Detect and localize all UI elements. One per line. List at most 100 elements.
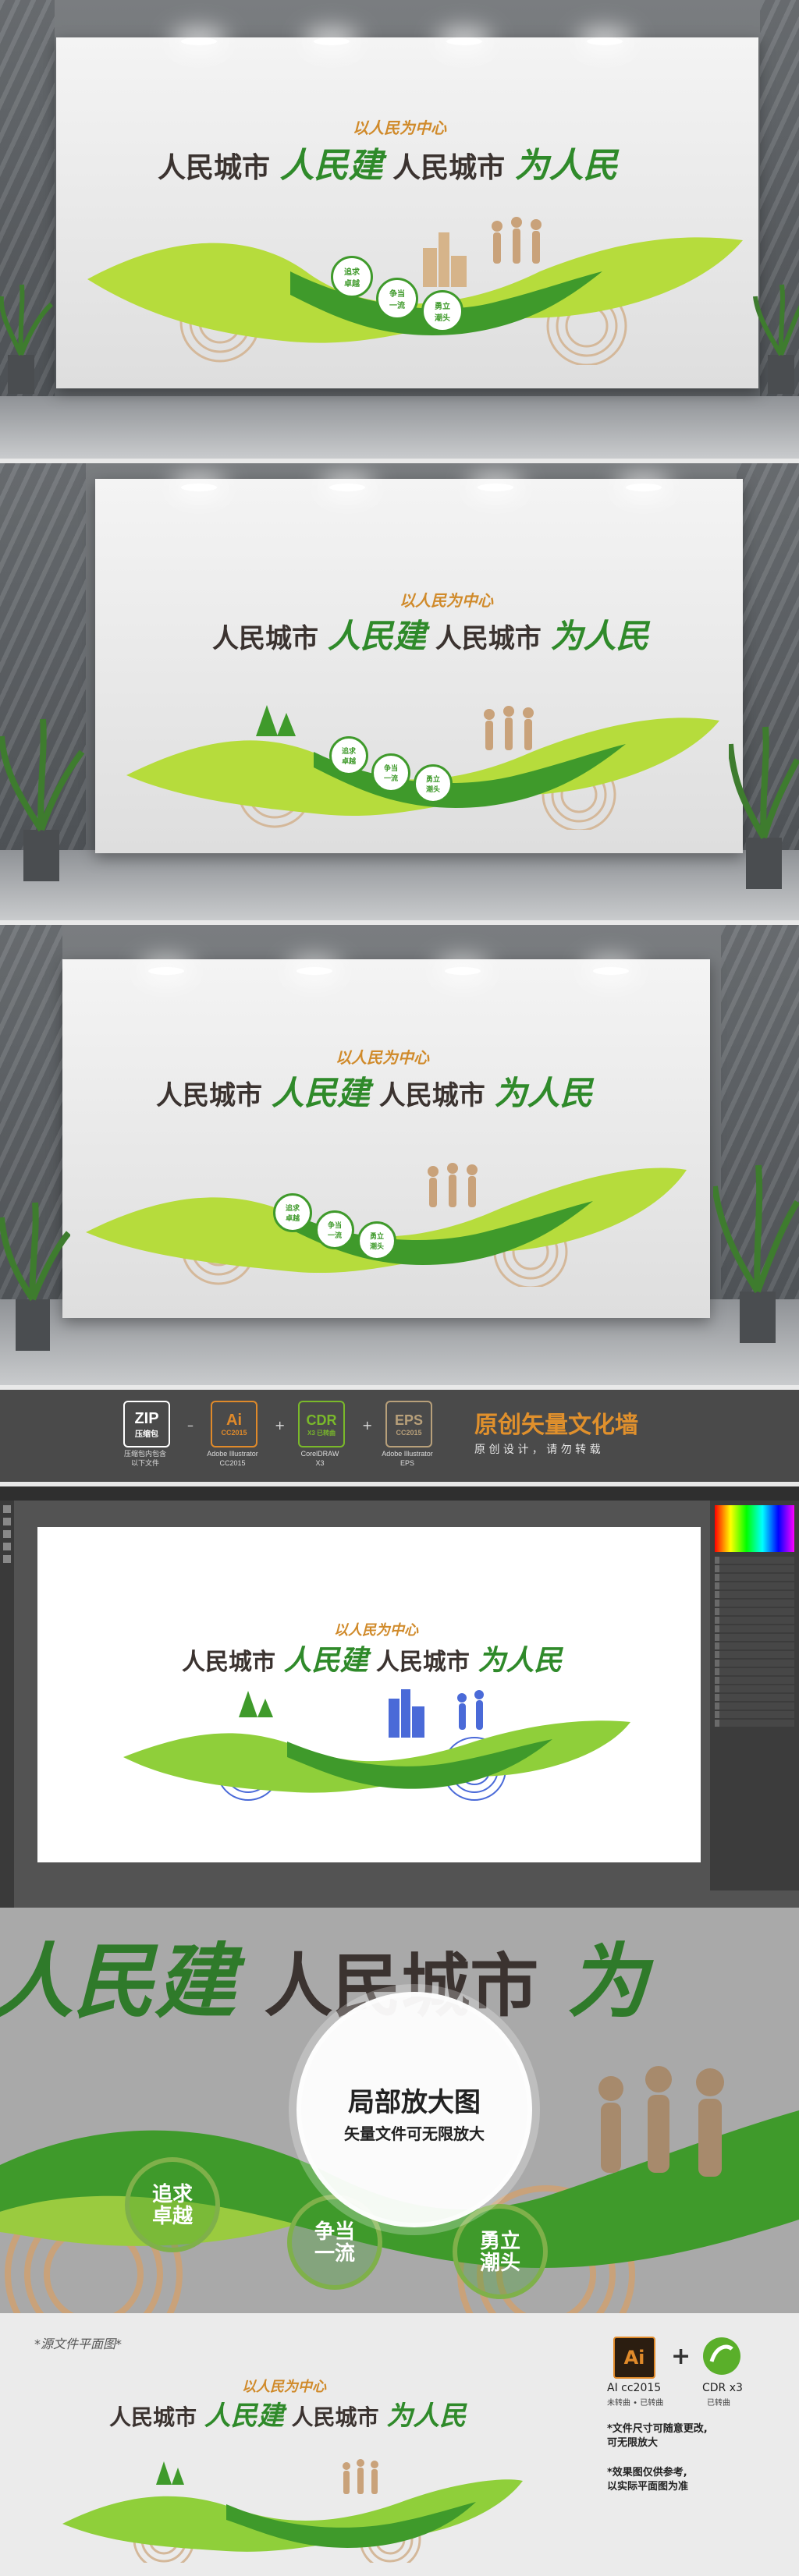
slogan-main: 人民城市 人民建 人民城市 为人民 (212, 610, 649, 657)
slogan-part-3: 人民城市 (378, 1080, 485, 1111)
layer-row[interactable] (715, 1617, 794, 1624)
layer-row[interactable] (715, 1685, 794, 1692)
layer-row[interactable] (715, 1668, 794, 1675)
slogan-part-1: 人民城市 (156, 1080, 262, 1111)
badge: 勇立潮头 (414, 764, 453, 803)
layer-row[interactable] (715, 1591, 794, 1598)
wave-ribbon (126, 705, 719, 830)
spotlight (181, 37, 217, 45)
badge-label: 争当一流 (389, 290, 405, 310)
source-ai-note: 未转曲 • 已转曲 (607, 2399, 664, 2408)
source-ai-icon: Ai (613, 2337, 655, 2379)
plus-separator: + (275, 1418, 286, 1433)
wave-ribbon (123, 1689, 630, 1801)
source-file-plan: *源文件平面图* 以人民为中心 人民城市 人民建 人民城市 为人民 Ai + A… (0, 2313, 799, 2576)
mockup-scene-1: 以人民为中心 人民城市 人民建 人民城市 为人民 追求卓越 争当一流 勇立潮头 (0, 0, 799, 459)
layer-row[interactable] (715, 1600, 794, 1607)
layers-panel[interactable] (710, 1501, 799, 1890)
layer-row[interactable] (715, 1625, 794, 1632)
tree-icons (239, 1691, 273, 1717)
slogan-top: 以人民为中心 (353, 119, 446, 137)
slogan-part-4: 为人民 (386, 2401, 467, 2432)
layer-row[interactable] (715, 1574, 794, 1581)
tool-icon[interactable] (3, 1505, 11, 1513)
badge: 争当一流 (371, 753, 410, 792)
floor (0, 396, 799, 459)
badge-label: 勇立潮头 (369, 1232, 384, 1250)
potted-plant-right (713, 1164, 799, 1343)
layer-row[interactable] (715, 1565, 794, 1572)
cdr-label: CDR (306, 1412, 337, 1428)
runner-silhouettes (343, 2459, 378, 2494)
layer-row[interactable] (715, 1694, 794, 1701)
color-swatches[interactable] (715, 1505, 794, 1552)
zoom-detail: 人民建 人民城市 为 追求卓越 争当一流 勇立潮头 局部放大图 矢量文件可无限放… (0, 1908, 799, 2313)
layer-row[interactable] (715, 1642, 794, 1649)
culture-wall-panel: 以人民为中心 人民城市 人民建 人民城市 为人民 追求卓越 争当一流 勇立潮头 (95, 479, 743, 853)
zip-format-icon: ZIP 压缩包 (123, 1401, 170, 1447)
layer-row[interactable] (715, 1703, 794, 1710)
zoom-text-right: 为 (566, 1933, 648, 2029)
slogan-top: 以人民为中心 (334, 1622, 418, 1639)
spotlight (593, 967, 629, 975)
tool-icon[interactable] (3, 1518, 11, 1525)
zoom-callout: 局部放大图 矢量文件可无限放大 (297, 1992, 532, 2227)
layer-row[interactable] (715, 1720, 794, 1727)
zoom-badge: 勇立潮头 (453, 2204, 548, 2299)
tool-icon[interactable] (3, 1555, 11, 1563)
badge: 追求卓越 (273, 1193, 312, 1232)
wave-ribbon (87, 217, 743, 365)
runner-silhouettes (492, 217, 542, 264)
badge-label: 争当一流 (383, 764, 398, 782)
layer-row[interactable] (715, 1660, 794, 1667)
runner-silhouettes (428, 1163, 478, 1207)
runner-silhouettes (598, 2066, 724, 2177)
layer-row[interactable] (715, 1677, 794, 1684)
badge: 追求卓越 (329, 736, 368, 775)
zoom-badge-label: 争当一流 (314, 2220, 355, 2265)
layer-row[interactable] (715, 1582, 794, 1589)
culture-wall-panel: 以人民为中心 人民城市 人民建 人民城市 为人民 追求卓越 争当一流 勇立潮头 (62, 959, 710, 1318)
runner-silhouettes (457, 1690, 484, 1730)
layer-row[interactable] (715, 1557, 794, 1564)
slogan-main: 人民城市 人民建 人民城市 为人民 (109, 2394, 466, 2432)
spotlight (329, 484, 365, 491)
slogan-part-3: 人民城市 (291, 2404, 379, 2430)
tool-icon[interactable] (3, 1530, 11, 1538)
eps-version: CC2015 (396, 1429, 422, 1437)
layer-list[interactable] (715, 1557, 794, 1727)
eps-format-icon: EPS CC2015 (385, 1401, 432, 1447)
layer-row[interactable] (715, 1634, 794, 1641)
spotlight (148, 967, 184, 975)
slogan-top: 以人民为中心 (242, 2379, 326, 2395)
ai-caption: Adobe Illustrator CC2015 (207, 1450, 258, 1467)
badge: 勇立潮头 (357, 1221, 396, 1260)
source-plus: + (671, 2343, 691, 2370)
artboard[interactable]: 以人民为中心 人民城市 人民建 人民城市 为人民 (37, 1527, 701, 1862)
slogan-top: 以人民为中心 (400, 591, 493, 610)
floor (0, 850, 799, 920)
runner-silhouettes (484, 706, 534, 750)
slogan-part-4: 为人民 (550, 617, 649, 655)
tree-icons (256, 705, 296, 736)
badge-label: 追求卓越 (344, 268, 360, 289)
wave-ribbon (86, 1163, 687, 1287)
source-note-2: *效果图仅供参考, 以实际平面图为准 (607, 2467, 689, 2493)
slogan-part-3: 人民城市 (435, 623, 542, 654)
zip-caption: 压缩包内包含 以下文件 (123, 1450, 166, 1467)
zoom-text-left: 人民建 (0, 1933, 236, 2029)
source-cdr-label: CDR x3 (702, 2382, 743, 2394)
layer-row[interactable] (715, 1608, 794, 1615)
slogan-part-4: 为人民 (514, 146, 618, 186)
badge-label: 争当一流 (327, 1221, 342, 1239)
tool-icon[interactable] (3, 1543, 11, 1550)
spotlight (314, 37, 350, 45)
zoom-callout-subtitle: 矢量文件可无限放大 (344, 2124, 485, 2143)
slogan-part-3: 人民城市 (392, 152, 506, 184)
slogan-main: 人民城市 人民建 人民城市 为人民 (156, 1067, 593, 1114)
layer-row[interactable] (715, 1651, 794, 1658)
zip-sub: 压缩包 (135, 1430, 158, 1439)
tree-icons (156, 2461, 184, 2485)
slogan-part-2: 人民建 (279, 146, 383, 186)
layer-row[interactable] (715, 1711, 794, 1718)
